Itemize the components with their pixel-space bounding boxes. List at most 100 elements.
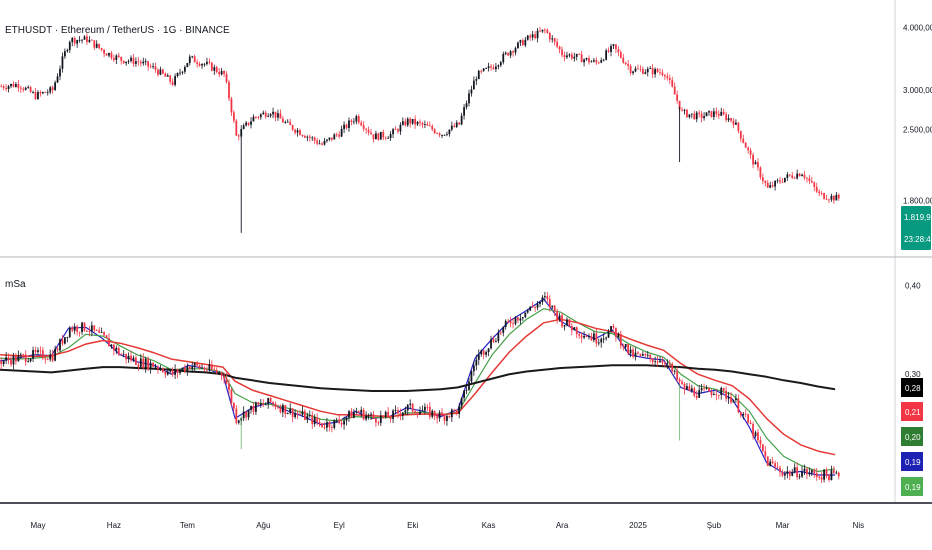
indicator-bar	[137, 364, 140, 367]
indicator-bar	[441, 412, 443, 416]
price-candle	[597, 62, 600, 64]
indicator-bar	[208, 364, 211, 370]
indicator-bar	[575, 327, 578, 335]
price-candle	[641, 69, 644, 74]
indicator-bar	[142, 358, 145, 368]
indicator-bar	[93, 325, 96, 331]
time-tick-label: Kas	[482, 521, 496, 530]
price-candle	[279, 113, 282, 119]
indicator-bar	[37, 350, 39, 353]
price-candle	[215, 67, 218, 73]
price-candle	[375, 133, 377, 140]
indicator-bar	[392, 410, 394, 420]
indicator-bar	[41, 350, 44, 359]
price-candle	[588, 58, 590, 63]
price-candle	[509, 51, 512, 56]
indicator-bar	[698, 390, 701, 398]
price-candle	[700, 113, 703, 119]
price-candle	[83, 36, 86, 40]
price-candle	[100, 48, 103, 50]
price-candle	[534, 34, 537, 39]
price-candle	[387, 138, 390, 139]
indicator-bar	[294, 413, 297, 418]
indicator-bar	[120, 354, 123, 356]
indicator-bar	[24, 354, 27, 362]
indicator-bar	[588, 336, 590, 338]
price-candle	[335, 134, 338, 136]
indicator-bar	[318, 421, 321, 424]
price-candle	[37, 92, 39, 99]
price-candle	[338, 134, 341, 137]
chart-canvas: ETHUSDT · Ethereum / TetherUS · 1G · BIN…	[0, 0, 932, 530]
indicator-bar	[766, 456, 769, 467]
price-candle	[235, 120, 238, 136]
indicator-bar	[649, 354, 652, 359]
time-tick-label: Haz	[107, 521, 121, 530]
price-candle	[592, 60, 595, 62]
price-candle	[428, 125, 431, 127]
indicator-bar	[568, 319, 571, 327]
price-candle	[137, 61, 140, 63]
indicator-bar	[659, 360, 661, 363]
indicator-bar	[95, 330, 98, 331]
indicator-bar	[335, 419, 338, 421]
price-candle	[161, 69, 164, 74]
price-candle	[127, 60, 130, 62]
price-candle	[152, 66, 154, 68]
price-candle	[825, 198, 828, 200]
price-candle	[210, 62, 213, 71]
indicator-bar	[791, 472, 794, 476]
blue-ma-line	[0, 298, 836, 476]
indicator-bar	[764, 451, 767, 457]
price-candle	[757, 162, 759, 168]
price-candle	[512, 51, 514, 53]
indicator-bar	[237, 420, 240, 423]
indicator-bar	[414, 411, 417, 413]
indicator-bar	[360, 409, 363, 413]
price-candle	[318, 143, 321, 145]
price-tick-label: 2.500,00	[903, 125, 932, 134]
indicator-bar	[10, 359, 12, 365]
price-candle	[470, 89, 473, 94]
indicator-bar	[193, 363, 196, 367]
price-candle	[477, 70, 480, 80]
price-candle	[345, 124, 348, 128]
price-candle	[289, 121, 292, 126]
indicator-bar	[125, 353, 128, 360]
indicator-bar	[370, 414, 372, 416]
indicator-bar	[752, 424, 754, 437]
price-candle	[832, 195, 835, 201]
indicator-bar	[551, 305, 554, 308]
indicator-bar	[232, 403, 235, 409]
price-candle	[397, 129, 399, 132]
price-candle	[507, 52, 510, 56]
indicator-bar	[272, 402, 274, 404]
indicator-bar	[303, 411, 306, 420]
price-candle	[521, 40, 524, 46]
indicator-bar	[595, 333, 598, 344]
price-candle	[142, 61, 145, 64]
price-candle	[487, 66, 490, 68]
price-candle	[698, 112, 701, 114]
price-candle	[230, 98, 233, 113]
indicator-bar	[534, 307, 537, 308]
price-candle	[328, 137, 331, 140]
price-candle	[612, 44, 615, 46]
indicator-bar	[512, 323, 514, 325]
indicator-bar	[379, 415, 382, 423]
price-candle	[267, 115, 270, 117]
price-candle	[39, 92, 42, 94]
indicator-bar	[73, 326, 76, 331]
indicator-bar	[661, 360, 664, 363]
indicator-bar	[828, 474, 830, 481]
indicator-bar	[573, 327, 576, 331]
price-candle	[416, 121, 419, 125]
price-candle	[15, 84, 17, 87]
indicator-bar	[206, 369, 208, 371]
price-candle	[764, 181, 767, 184]
price-candle	[497, 65, 500, 67]
price-candle	[95, 43, 98, 48]
price-candle	[93, 40, 96, 48]
indicator-bar	[514, 317, 517, 324]
price-candle	[463, 107, 465, 116]
